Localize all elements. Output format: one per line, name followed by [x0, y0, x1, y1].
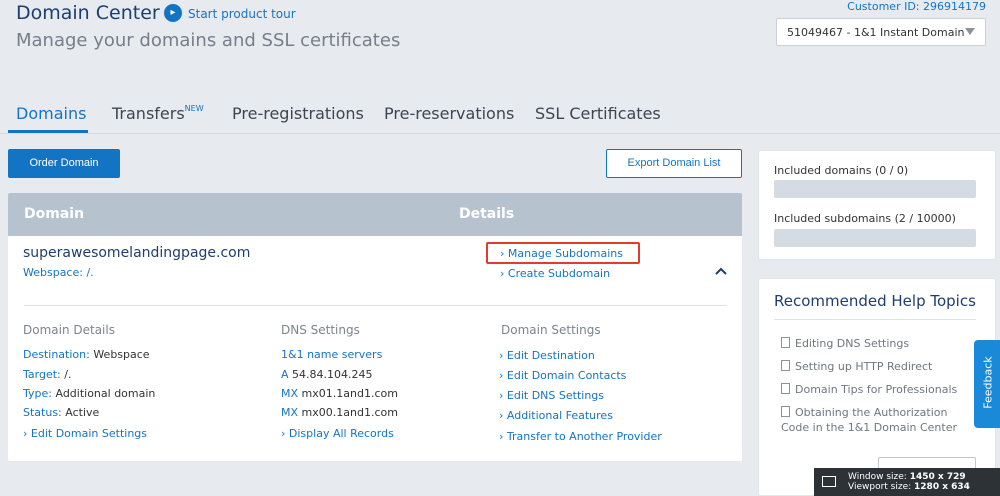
edit-dns-settings-link[interactable]: › Edit DNS Settings: [499, 389, 604, 402]
domain-settings-heading: Domain Settings: [501, 323, 601, 337]
page-subtitle: Manage your domains and SSL certificates: [16, 30, 401, 51]
help-item[interactable]: Setting up HTTP Redirect: [781, 360, 932, 373]
contract-select[interactable]: 51049467 - 1&1 Instant Domain: [776, 18, 986, 46]
chevron-up-icon[interactable]: [714, 264, 728, 278]
document-icon: [781, 406, 790, 417]
chevron-right-icon: ›: [499, 349, 504, 362]
included-panel: Included domains (0 / 0) Included subdom…: [758, 150, 996, 260]
included-domains-bar: [774, 180, 976, 198]
window-size-line: Window size: 1450 x 729: [848, 472, 966, 482]
tab-ssl-certificates[interactable]: SSL Certificates: [535, 104, 661, 123]
document-icon: [781, 383, 790, 394]
domain-name-link[interactable]: superawesomelandingpage.com: [23, 245, 250, 261]
export-domain-list-button[interactable]: Export Domain List: [606, 149, 742, 178]
create-subdomain-label: Create Subdomain: [507, 267, 611, 280]
viewport-size-line: Viewport size: 1280 x 634: [848, 482, 970, 492]
dns-settings-heading: DNS Settings: [281, 323, 360, 337]
dns-record: A 54.84.104.245: [281, 368, 373, 381]
chevron-down-icon: [965, 28, 975, 35]
document-icon: [781, 360, 790, 371]
detail-destination: Destination: Webspace: [23, 348, 150, 361]
edit-domain-settings-link[interactable]: › Edit Domain Settings: [23, 427, 147, 440]
order-domain-button[interactable]: Order Domain: [8, 149, 120, 178]
detail-status: Status: Active: [23, 406, 100, 419]
manage-subdomains-highlight: [486, 242, 640, 264]
chevron-right-icon: ›: [499, 369, 504, 382]
chevron-right-icon: ›: [281, 427, 286, 440]
column-header-details: Details: [459, 206, 515, 222]
table-header: Domain Details: [8, 193, 742, 236]
tab-transfers[interactable]: TransfersNEW: [112, 104, 204, 123]
edit-destination-link[interactable]: › Edit Destination: [499, 349, 595, 362]
new-badge: NEW: [184, 104, 204, 113]
display-all-records-link[interactable]: › Display All Records: [281, 427, 394, 440]
tab-domains[interactable]: Domains: [16, 104, 86, 123]
tab-pre-reservations[interactable]: Pre-reservations: [384, 104, 514, 123]
domain-table: Domain Details superawesomelandingpage.c…: [8, 193, 742, 461]
chevron-right-icon: ›: [499, 389, 504, 402]
additional-features-link[interactable]: › Additional Features: [499, 409, 613, 422]
transfer-provider-link[interactable]: › Transfer to Another Provider: [499, 430, 662, 443]
chevron-right-icon: ›: [23, 427, 28, 440]
included-domains-label: Included domains (0 / 0): [774, 164, 909, 177]
edit-domain-contacts-link[interactable]: › Edit Domain Contacts: [499, 369, 626, 382]
webspace-link[interactable]: Webspace: /.: [23, 266, 94, 279]
domain-details-heading: Domain Details: [23, 323, 115, 337]
create-subdomain-link[interactable]: › Create Subdomain: [500, 267, 610, 280]
contract-select-value: 51049467 - 1&1 Instant Domain: [787, 26, 965, 39]
tab-pre-registrations[interactable]: Pre-registrations: [232, 104, 364, 123]
detail-type: Type: Additional domain: [23, 387, 156, 400]
tab-transfers-label: Transfers: [112, 104, 185, 123]
name-servers-link[interactable]: 1&1 name servers: [281, 348, 382, 361]
dns-record: MX mx01.1and1.com: [281, 387, 398, 400]
feedback-label: Feedback: [981, 356, 995, 409]
tabs-divider: [0, 133, 1000, 134]
start-tour-link[interactable]: Start product tour: [188, 7, 296, 21]
dns-record: MX mx00.1and1.com: [281, 406, 398, 419]
customer-id: Customer ID: 296914179: [847, 0, 986, 13]
chevron-right-icon: ›: [499, 409, 504, 422]
column-header-domain: Domain: [24, 206, 85, 222]
help-item[interactable]: Obtaining the Authorization Code in the …: [781, 405, 977, 435]
window-icon: [822, 476, 836, 487]
page-title: Domain Center: [16, 2, 160, 24]
help-item[interactable]: Domain Tips for Professionals: [781, 383, 957, 396]
help-divider: [774, 319, 976, 320]
document-icon: [781, 337, 790, 348]
help-item[interactable]: Editing DNS Settings: [781, 337, 909, 350]
chevron-right-icon: ›: [499, 430, 504, 443]
help-title: Recommended Help Topics: [774, 292, 976, 310]
included-subdomains-label: Included subdomains (2 / 10000): [774, 212, 956, 225]
tour-icon[interactable]: ▸: [164, 4, 182, 22]
feedback-tab[interactable]: Feedback: [974, 340, 1000, 428]
row-divider: [24, 305, 727, 306]
included-subdomains-bar: [774, 229, 976, 247]
window-size-overlay: Window size: 1450 x 729 Viewport size: 1…: [814, 468, 1000, 496]
detail-target: Target: /.: [23, 368, 72, 381]
chevron-right-icon: ›: [500, 267, 505, 280]
